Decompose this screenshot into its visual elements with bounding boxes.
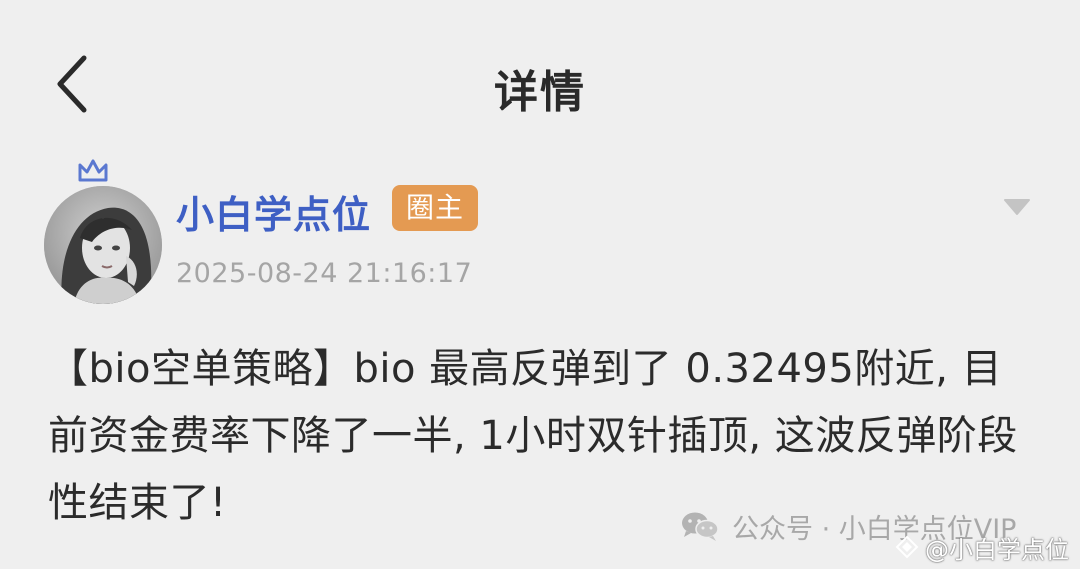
- page-title: 详情: [494, 67, 586, 118]
- avatar[interactable]: [44, 186, 162, 304]
- watermark-handle: @小白学点位: [895, 532, 1069, 564]
- owner-badge: 圈主: [392, 185, 478, 231]
- wechat-icon: [682, 512, 719, 541]
- caret-down-icon: [1004, 199, 1030, 215]
- watermark-text-2: @小白学点位: [925, 535, 1069, 564]
- more-button[interactable]: [1000, 194, 1034, 220]
- author-avatar-group[interactable]: [44, 158, 168, 304]
- crown-icon: [78, 159, 108, 182]
- post-timestamp: 2025-08-24 21:16:17: [176, 258, 473, 289]
- post-header: 小白学点位 圈主 2025-08-24 21:16:17: [0, 150, 1080, 310]
- top-bar: 详情: [0, 0, 1080, 150]
- author-name[interactable]: 小白学点位: [176, 184, 371, 239]
- diamond-icon: [895, 535, 919, 559]
- avatar-image: [44, 186, 162, 304]
